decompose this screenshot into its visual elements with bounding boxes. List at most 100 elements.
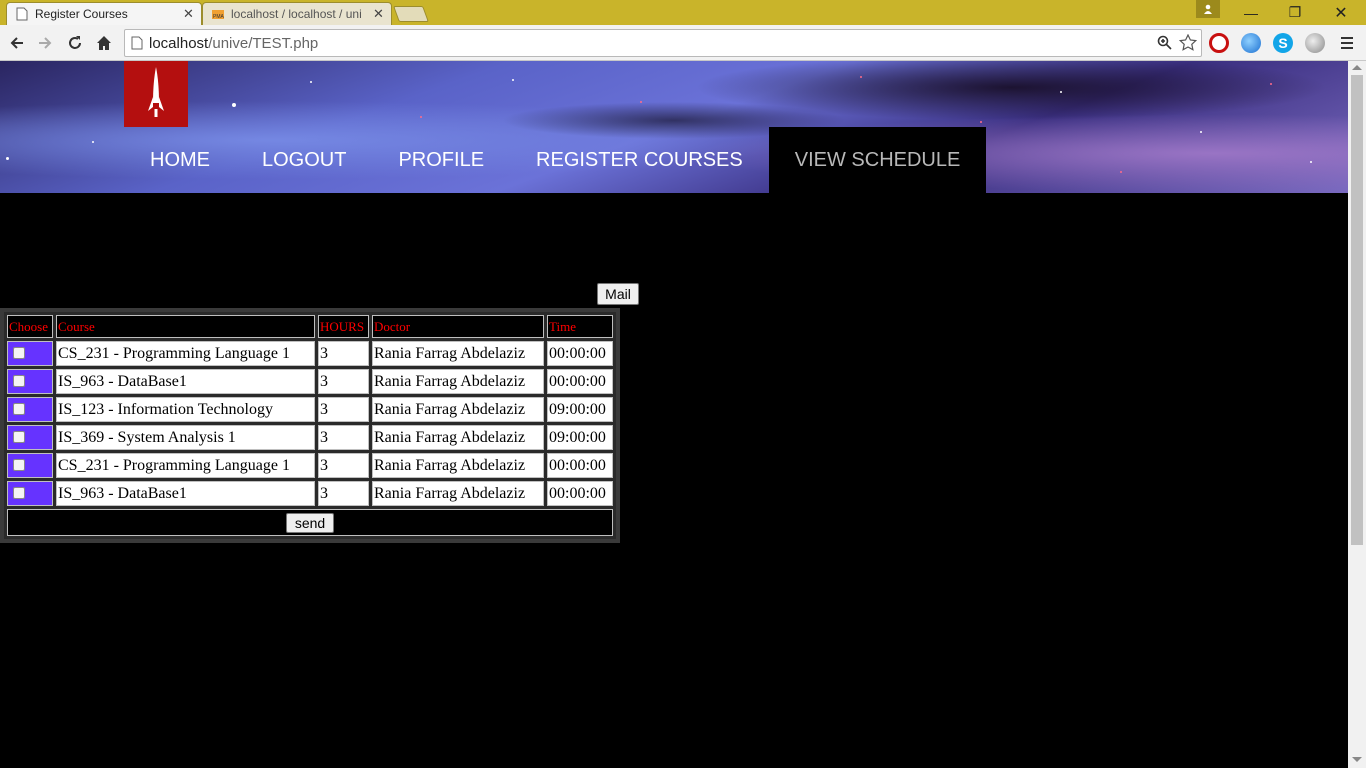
column-header-course: Course bbox=[56, 315, 315, 338]
scroll-up-icon[interactable] bbox=[1352, 65, 1362, 70]
doctor-cell: Rania Farrag Abdelaziz bbox=[372, 481, 544, 506]
url-text[interactable]: localhost/unive/TEST.php bbox=[149, 35, 318, 52]
close-window-icon[interactable]: ✕ bbox=[1318, 0, 1364, 25]
page-content: HOME LOGOUT PROFILE REGISTER COURSES VIE… bbox=[0, 61, 1348, 768]
nav-logout[interactable]: LOGOUT bbox=[236, 127, 372, 193]
header-banner: HOME LOGOUT PROFILE REGISTER COURSES VIE… bbox=[0, 61, 1348, 193]
course-cell: CS_231 - Programming Language 1 bbox=[56, 453, 315, 478]
table-header-row: Choose Course HOURS Doctor Time bbox=[7, 315, 613, 338]
doctor-cell: Rania Farrag Abdelaziz bbox=[372, 341, 544, 366]
svg-text:PMA: PMA bbox=[213, 14, 224, 20]
hours-cell: 3 bbox=[318, 453, 369, 478]
site-logo[interactable] bbox=[124, 61, 188, 127]
column-header-hours: HOURS bbox=[318, 315, 369, 338]
arrow-left-icon bbox=[10, 37, 23, 49]
close-tab-icon[interactable]: ✕ bbox=[183, 6, 194, 22]
time-cell: 00:00:00 bbox=[547, 369, 613, 394]
user-profile-icon[interactable] bbox=[1196, 0, 1220, 18]
nav-home[interactable]: HOME bbox=[124, 127, 236, 193]
choose-cell bbox=[7, 425, 53, 450]
menu-button[interactable] bbox=[1336, 32, 1358, 54]
choose-cell bbox=[7, 453, 53, 478]
phpmyadmin-icon: PMA bbox=[212, 10, 224, 20]
page-icon bbox=[131, 36, 143, 50]
browser-titlebar: Register Courses ✕ PMA localhost / local… bbox=[0, 0, 1366, 25]
doctor-cell: Rania Farrag Abdelaziz bbox=[372, 453, 544, 478]
adblock-extension-icon[interactable] bbox=[1209, 33, 1229, 53]
course-table: Choose Course HOURS Doctor Time CS_231 -… bbox=[0, 308, 620, 543]
tab-title: Register Courses bbox=[35, 7, 128, 21]
time-cell: 00:00:00 bbox=[547, 341, 613, 366]
hours-cell: 3 bbox=[318, 397, 369, 422]
minimize-icon[interactable]: — bbox=[1228, 0, 1274, 25]
send-cell: send bbox=[7, 509, 613, 536]
nav-profile[interactable]: PROFILE bbox=[372, 127, 510, 193]
tab-register-courses[interactable]: Register Courses ✕ bbox=[6, 2, 202, 25]
skype-extension-icon[interactable]: S bbox=[1273, 33, 1293, 53]
globe-extension-icon[interactable] bbox=[1241, 33, 1261, 53]
zoom-icon[interactable] bbox=[1157, 35, 1173, 51]
hamburger-icon bbox=[1341, 37, 1353, 49]
table-row: IS_123 - Information Technology 3 Rania … bbox=[7, 397, 613, 422]
table-row: CS_231 - Programming Language 1 3 Rania … bbox=[7, 453, 613, 478]
course-checkbox[interactable] bbox=[13, 430, 25, 443]
choose-cell bbox=[7, 397, 53, 422]
tab-phpmyadmin[interactable]: PMA localhost / localhost / uni ✕ bbox=[202, 2, 392, 25]
time-cell: 00:00:00 bbox=[547, 453, 613, 478]
hours-cell: 3 bbox=[318, 425, 369, 450]
course-cell: IS_963 - DataBase1 bbox=[56, 481, 315, 506]
world-extension-icon[interactable] bbox=[1305, 33, 1325, 53]
course-cell: IS_963 - DataBase1 bbox=[56, 369, 315, 394]
back-button[interactable] bbox=[6, 32, 28, 54]
time-cell: 00:00:00 bbox=[547, 481, 613, 506]
choose-cell bbox=[7, 369, 53, 394]
mail-button[interactable]: Mail bbox=[597, 283, 639, 305]
doctor-cell: Rania Farrag Abdelaziz bbox=[372, 425, 544, 450]
course-cell: CS_231 - Programming Language 1 bbox=[56, 341, 315, 366]
course-cell: IS_369 - System Analysis 1 bbox=[56, 425, 315, 450]
hours-cell: 3 bbox=[318, 481, 369, 506]
address-bar[interactable]: localhost/unive/TEST.php bbox=[124, 29, 1202, 57]
star-icon[interactable] bbox=[1179, 34, 1197, 52]
home-button[interactable] bbox=[93, 32, 115, 54]
send-button[interactable]: send bbox=[285, 512, 335, 533]
scroll-down-icon[interactable] bbox=[1352, 757, 1362, 762]
doctor-cell: Rania Farrag Abdelaziz bbox=[372, 369, 544, 394]
course-checkbox[interactable] bbox=[13, 402, 25, 415]
table-row: IS_963 - DataBase1 3 Rania Farrag Abdela… bbox=[7, 369, 613, 394]
column-header-choose: Choose bbox=[7, 315, 53, 338]
send-row: send bbox=[7, 509, 613, 536]
nav-view-schedule[interactable]: VIEW SCHEDULE bbox=[768, 127, 987, 193]
url-host: localhost bbox=[149, 35, 209, 52]
course-checkbox[interactable] bbox=[13, 346, 25, 359]
choose-cell bbox=[7, 341, 53, 366]
forward-button[interactable] bbox=[34, 32, 56, 54]
nav-register-courses[interactable]: REGISTER COURSES bbox=[510, 127, 769, 193]
main-nav: HOME LOGOUT PROFILE REGISTER COURSES VIE… bbox=[124, 127, 987, 193]
vertical-scrollbar[interactable] bbox=[1348, 61, 1366, 768]
course-checkbox[interactable] bbox=[13, 458, 25, 471]
course-checkbox[interactable] bbox=[13, 486, 25, 499]
home-icon bbox=[97, 36, 111, 50]
table-row: CS_231 - Programming Language 1 3 Rania … bbox=[7, 341, 613, 366]
time-cell: 09:00:00 bbox=[547, 425, 613, 450]
choose-cell bbox=[7, 481, 53, 506]
reload-button[interactable] bbox=[64, 32, 86, 54]
scrollbar-thumb[interactable] bbox=[1351, 75, 1363, 545]
restore-icon[interactable]: ❐ bbox=[1272, 0, 1318, 25]
tab-title: localhost / localhost / uni bbox=[231, 7, 362, 21]
reload-icon bbox=[69, 36, 81, 49]
time-cell: 09:00:00 bbox=[547, 397, 613, 422]
arrow-right-icon bbox=[39, 37, 52, 49]
hours-cell: 3 bbox=[318, 369, 369, 394]
doctor-cell: Rania Farrag Abdelaziz bbox=[372, 397, 544, 422]
url-path: /unive/TEST.php bbox=[208, 35, 319, 52]
course-cell: IS_123 - Information Technology bbox=[56, 397, 315, 422]
page-icon bbox=[16, 7, 28, 21]
hours-cell: 3 bbox=[318, 341, 369, 366]
new-tab-button[interactable] bbox=[393, 6, 429, 22]
course-checkbox[interactable] bbox=[13, 374, 25, 387]
close-tab-icon[interactable]: ✕ bbox=[373, 6, 384, 22]
browser-toolbar: localhost/unive/TEST.php S bbox=[0, 25, 1366, 61]
column-header-doctor: Doctor bbox=[372, 315, 544, 338]
